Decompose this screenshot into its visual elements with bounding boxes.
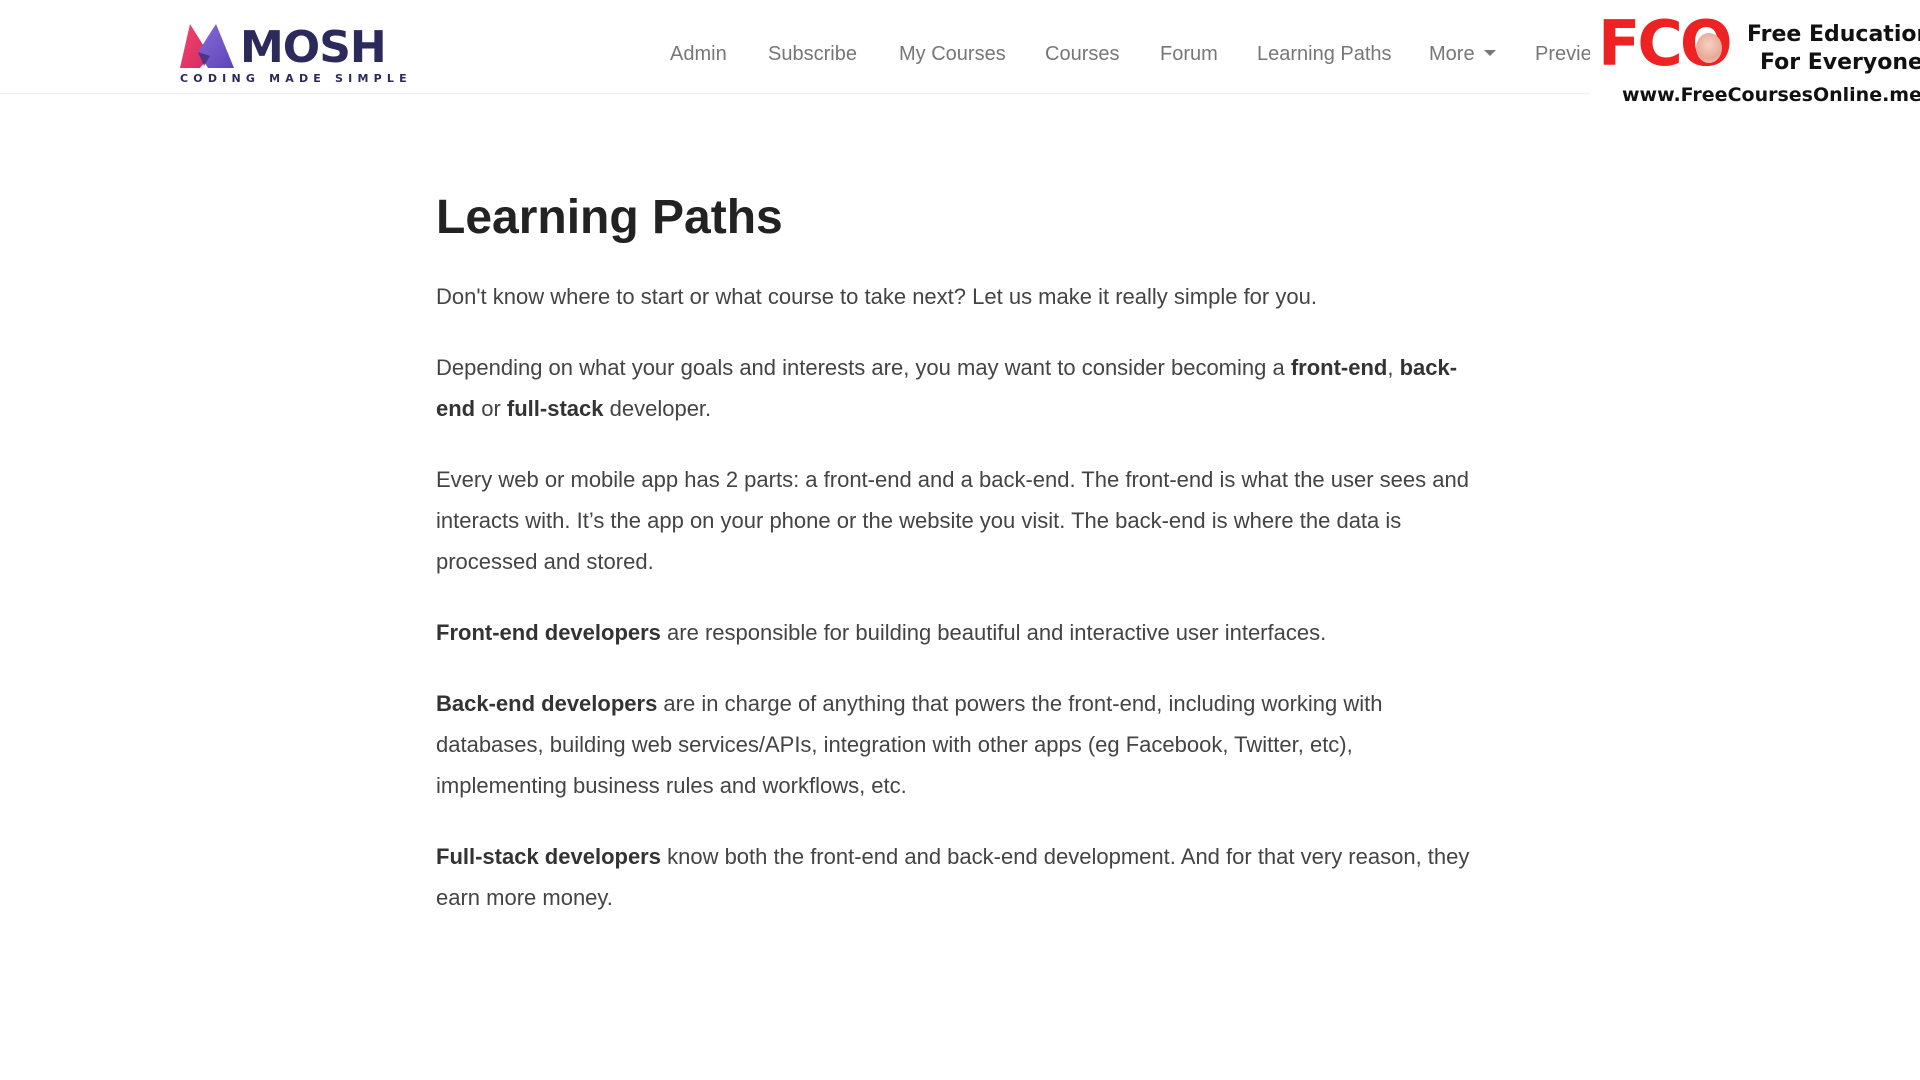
- fco-watermark: FCO Free Education For Everyone www.Free…: [1590, 0, 1920, 112]
- goals-text-1: Depending on what your goals and interes…: [436, 355, 1291, 380]
- front-end-heading: Front-end developers: [436, 620, 661, 645]
- caret-down-icon: [1483, 49, 1496, 56]
- goals-text-3: or: [475, 396, 507, 421]
- nav-item-learning-paths[interactable]: Learning Paths: [1257, 40, 1392, 68]
- brand-tagline: CODING MADE SIMPLE: [180, 72, 412, 85]
- goals-paragraph: Depending on what your goals and interes…: [436, 347, 1476, 429]
- app-parts-paragraph: Every web or mobile app has 2 parts: a f…: [436, 467, 1469, 574]
- intro-paragraph: Don't know where to start or what course…: [436, 284, 1317, 309]
- main-content: Learning Paths Don't know where to start…: [436, 188, 1476, 948]
- nav-item-more[interactable]: More: [1429, 40, 1496, 68]
- full-stack-term: full-stack: [506, 396, 604, 421]
- nav-item-subscribe[interactable]: Subscribe: [768, 40, 857, 68]
- brand-name: MOSH: [240, 22, 387, 73]
- back-end-paragraph: Back-end developers are in charge of any…: [436, 683, 1476, 806]
- fco-face-icon: [1696, 33, 1722, 63]
- mosh-logo[interactable]: MOSH CODING MADE SIMPLE: [178, 20, 407, 86]
- nav-item-courses[interactable]: Courses: [1045, 40, 1119, 68]
- watermark-url: www.FreeCoursesOnline.me: [1622, 84, 1920, 106]
- mosh-logo-icon: [180, 24, 234, 68]
- goals-text-4: developer.: [603, 396, 712, 421]
- full-stack-heading: Full-stack developers: [436, 844, 661, 869]
- nav-item-admin[interactable]: Admin: [670, 40, 727, 68]
- watermark-line1: Free Education: [1747, 22, 1920, 47]
- back-end-heading: Back-end developers: [436, 691, 658, 716]
- front-end-term: front-end: [1290, 355, 1388, 380]
- front-end-text: are responsible for building beautiful a…: [660, 620, 1327, 645]
- front-end-paragraph: Front-end developers are responsible for…: [436, 612, 1476, 653]
- full-stack-paragraph: Full-stack developers know both the fron…: [436, 836, 1476, 918]
- nav-item-forum[interactable]: Forum: [1160, 40, 1218, 68]
- goals-text-2: ,: [1387, 355, 1400, 380]
- page-title: Learning Paths: [436, 191, 783, 244]
- watermark-line2: For Everyone: [1760, 50, 1920, 75]
- nav-item-my-courses[interactable]: My Courses: [899, 40, 1006, 68]
- nav-item-more-label: More: [1429, 43, 1475, 65]
